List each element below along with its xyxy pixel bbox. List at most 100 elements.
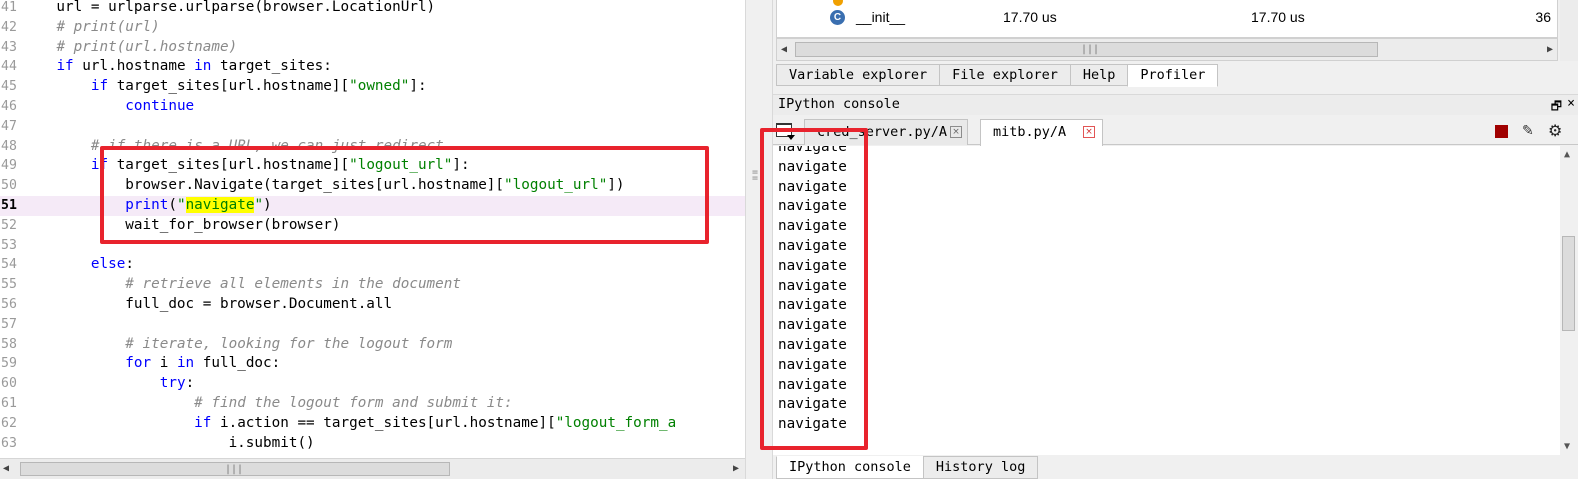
code-text: full_doc = browser.Document.all bbox=[22, 295, 392, 315]
line-number: 60 bbox=[1, 376, 17, 392]
line-number: 50 bbox=[1, 178, 17, 194]
code-token: # iterate, looking for the logout form bbox=[125, 335, 453, 352]
profiler-row[interactable]: C __init__ 17.70 us 17.70 us 36 bbox=[777, 0, 1557, 30]
bottom-tab-bar: IPython console History log bbox=[776, 456, 1039, 479]
close-tab-icon[interactable]: × bbox=[1083, 126, 1095, 138]
tab-ipython-console[interactable]: IPython console bbox=[776, 456, 924, 479]
profiler-vertical-scrollbar[interactable] bbox=[1560, 0, 1578, 61]
code-line[interactable]: 63 i.submit() bbox=[0, 434, 745, 454]
code-line[interactable]: 54 else: bbox=[0, 255, 745, 275]
code-token: "owned" bbox=[349, 78, 410, 95]
code-token: if bbox=[56, 58, 74, 75]
code-line[interactable]: 41 url = urlparse.urlparse(browser.Locat… bbox=[0, 0, 745, 18]
code-token: in bbox=[176, 355, 195, 372]
console-scroll-thumb[interactable] bbox=[1562, 236, 1575, 331]
code-token: url = urlparse.urlparse(browser.Location… bbox=[22, 0, 436, 15]
code-line[interactable]: 60 try: bbox=[0, 374, 745, 394]
profiler-calls: 36 bbox=[1535, 9, 1551, 25]
code-line[interactable]: 43 # print(url.hostname) bbox=[0, 38, 745, 58]
tab-history-log[interactable]: History log bbox=[922, 456, 1039, 479]
code-token: # retrieve all elements in the document bbox=[125, 276, 461, 293]
close-pane-icon[interactable]: × bbox=[1567, 96, 1575, 111]
gear-icon[interactable]: ⚙ bbox=[1548, 121, 1562, 140]
scroll-down-arrow-icon[interactable]: ▼ bbox=[1564, 441, 1570, 452]
tab-file-explorer[interactable]: File explorer bbox=[939, 64, 1071, 86]
scroll-left-arrow-icon[interactable]: ◀ bbox=[781, 44, 787, 55]
line-number: 44 bbox=[1, 59, 17, 75]
code-line[interactable]: 55 # retrieve all elements in the docume… bbox=[0, 275, 745, 295]
code-line[interactable]: 47 bbox=[0, 117, 745, 137]
profiler-table[interactable]: C __init__ 17.70 us 17.70 us 36 bbox=[776, 0, 1558, 38]
code-line[interactable]: 62 if i.action == target_sites[url.hostn… bbox=[0, 414, 745, 434]
code-text: # print(url) bbox=[22, 18, 160, 38]
code-line[interactable]: 44 if url.hostname in target_sites: bbox=[0, 57, 745, 77]
console-title-bar: IPython console 🗗 × bbox=[773, 94, 1578, 115]
line-number: 58 bbox=[1, 336, 17, 352]
profiler-horizontal-scrollbar[interactable]: ◀ ||| ▶ bbox=[776, 38, 1558, 61]
code-text: else: bbox=[22, 255, 134, 275]
code-token: if bbox=[90, 78, 109, 95]
code-token: target_sites: bbox=[211, 58, 332, 75]
code-token: in bbox=[194, 58, 212, 75]
scroll-left-arrow-icon[interactable]: ◀ bbox=[3, 463, 9, 474]
line-number: 47 bbox=[1, 118, 17, 134]
console-tab-mitb[interactable]: mitb.py/A × bbox=[980, 119, 1103, 146]
code-line[interactable]: 61 # find the logout form and submit it: bbox=[0, 394, 745, 414]
profiler-scroll-thumb[interactable]: ||| bbox=[795, 42, 1378, 57]
code-text: if i.action == target_sites[url.hostname… bbox=[22, 414, 676, 434]
tab-variable-explorer[interactable]: Variable explorer bbox=[776, 64, 941, 86]
scroll-right-arrow-icon[interactable]: ▶ bbox=[1547, 44, 1553, 55]
code-token: i.action == target_sites[url.hostname][ bbox=[211, 414, 556, 431]
code-line[interactable]: 57 bbox=[0, 315, 745, 335]
console-title: IPython console bbox=[778, 96, 900, 112]
editor-horizontal-scrollbar[interactable]: ◀ ||| ▶ bbox=[0, 458, 745, 479]
code-token: ]: bbox=[409, 78, 427, 95]
code-token: full_doc = browser.Document.all bbox=[22, 295, 393, 312]
code-line[interactable]: 56 full_doc = browser.Document.all bbox=[0, 295, 745, 315]
line-number: 57 bbox=[1, 316, 17, 332]
code-line[interactable]: 58 # iterate, looking for the logout for… bbox=[0, 335, 745, 355]
code-line[interactable]: 45 if target_sites[url.hostname]["owned"… bbox=[0, 77, 745, 97]
right-panel: C __init__ 17.70 us 17.70 us 36 ◀ ||| ▶ … bbox=[773, 0, 1578, 479]
code-line[interactable]: 42 # print(url) bbox=[0, 18, 745, 38]
function-icon: C bbox=[830, 10, 845, 25]
scroll-grip-icon: ||| bbox=[225, 464, 244, 475]
eraser-icon[interactable]: ✎ bbox=[1522, 123, 1534, 139]
line-number: 61 bbox=[1, 395, 17, 411]
code-text: continue bbox=[22, 97, 194, 117]
splitter-grip-icon: = = bbox=[752, 167, 759, 184]
code-text: try: bbox=[22, 374, 194, 394]
code-token: try bbox=[159, 375, 186, 392]
editor-scroll-thumb[interactable]: ||| bbox=[20, 462, 450, 476]
code-token: for bbox=[125, 355, 152, 372]
code-line[interactable]: 46 continue bbox=[0, 97, 745, 117]
code-text: # retrieve all elements in the document bbox=[22, 275, 461, 295]
line-number: 49 bbox=[1, 158, 17, 174]
scroll-up-arrow-icon[interactable]: ▲ bbox=[1564, 149, 1570, 160]
scroll-grip-icon: ||| bbox=[1081, 44, 1100, 55]
code-text: if url.hostname in target_sites: bbox=[22, 57, 332, 77]
code-text: # find the logout form and submit it: bbox=[22, 394, 512, 414]
code-token: if bbox=[194, 414, 212, 431]
module-icon bbox=[833, 0, 843, 6]
line-number: 41 bbox=[1, 0, 17, 15]
code-token: : bbox=[125, 256, 134, 273]
code-token: url.hostname bbox=[73, 58, 195, 75]
console-vertical-scrollbar[interactable]: ▲ ▼ bbox=[1560, 146, 1578, 455]
code-line[interactable]: 59 for i in full_doc: bbox=[0, 354, 745, 374]
stop-icon[interactable] bbox=[1495, 125, 1508, 138]
close-tab-icon[interactable]: × bbox=[950, 126, 962, 138]
code-token: # print(url) bbox=[56, 18, 160, 35]
tab-help[interactable]: Help bbox=[1069, 64, 1129, 86]
tab-profiler[interactable]: Profiler bbox=[1127, 64, 1219, 87]
console-output[interactable]: navigate navigate navigate navigate navigate… bbox=[773, 146, 1560, 455]
scroll-right-arrow-icon[interactable]: ▶ bbox=[733, 463, 739, 474]
